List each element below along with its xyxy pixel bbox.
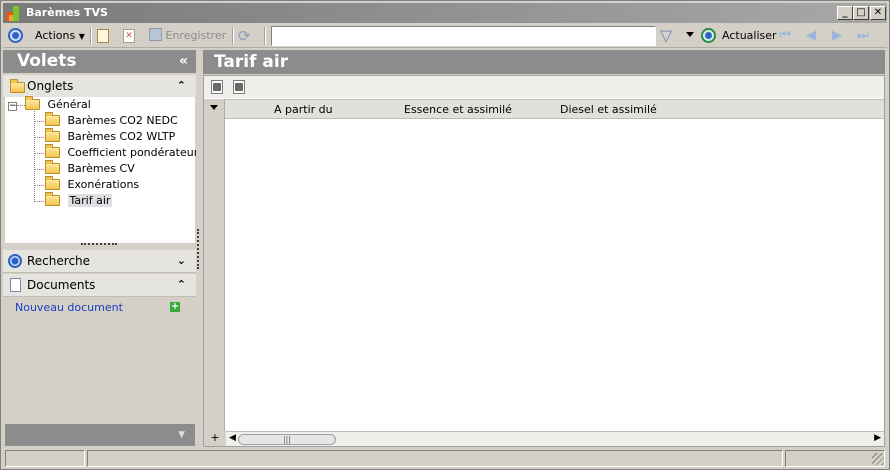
group-tabs[interactable]: Onglets ⌃ bbox=[3, 75, 196, 98]
column-header[interactable]: Essence et assimilé bbox=[404, 100, 512, 120]
open-folder-icon bbox=[45, 192, 60, 206]
folder-icon bbox=[45, 128, 60, 142]
title-bar: Barèmes TVS _ □ ✕ bbox=[3, 3, 887, 23]
folder-icon bbox=[45, 112, 60, 126]
status-pane bbox=[785, 450, 885, 467]
grid-header: A partir du Essence et assimilé Diesel e… bbox=[204, 99, 884, 119]
scrollbar-thumb[interactable]: ||| bbox=[238, 434, 336, 445]
chevron-up-icon[interactable]: ⌃ bbox=[177, 274, 186, 296]
maximize-button[interactable]: □ bbox=[853, 6, 869, 20]
refresh-icon[interactable] bbox=[701, 28, 716, 43]
toolbar-separator bbox=[90, 27, 92, 45]
tree-item-baremes-co2-nedc[interactable]: Barèmes CO2 NEDC bbox=[45, 112, 178, 129]
folder-icon bbox=[25, 96, 40, 110]
filter-icon[interactable]: ▽ bbox=[660, 27, 672, 45]
toolbar-separator bbox=[264, 27, 266, 45]
tree-item-label: Général bbox=[47, 98, 91, 111]
tree-item-baremes-co2-wltp[interactable]: Barèmes CO2 WLTP bbox=[45, 128, 176, 145]
chevron-down-icon[interactable]: ▼ bbox=[178, 430, 185, 440]
scroll-right-icon[interactable]: ▶ bbox=[874, 433, 881, 443]
column-header[interactable]: Diesel et assimilé bbox=[560, 100, 657, 120]
actions-circle-icon[interactable] bbox=[8, 28, 23, 43]
search-input[interactable] bbox=[271, 26, 656, 46]
tree-item-exonerations[interactable]: Exonérations bbox=[45, 176, 140, 193]
documents-area: Nouveau document + bbox=[5, 298, 195, 422]
tree-item-general[interactable]: Général bbox=[25, 96, 91, 113]
tree-item-label: Barèmes CO2 WLTP bbox=[67, 130, 176, 143]
collapse-panel-icon[interactable]: « bbox=[179, 50, 188, 73]
last-record-icon[interactable]: ⏭ bbox=[855, 29, 871, 43]
chevron-down-icon: ▼ bbox=[78, 32, 85, 41]
save-button[interactable]: Enregistrer bbox=[149, 24, 226, 48]
panes-header: Volets « bbox=[3, 50, 196, 73]
sync-icon[interactable]: ⟳ bbox=[238, 28, 251, 44]
tree-item-coefficient-ponderateur[interactable]: Coefficient pondérateur bbox=[45, 144, 199, 161]
previous-record-icon[interactable]: ◀ bbox=[803, 29, 819, 43]
folder-icon bbox=[45, 176, 60, 190]
toolbar-separator bbox=[232, 27, 234, 45]
actions-label: Actions bbox=[35, 29, 76, 42]
tree-item-label: Coefficient pondérateur bbox=[67, 146, 199, 159]
horizontal-scrollbar[interactable]: ◀ ||| ▶ bbox=[226, 431, 884, 446]
minimize-button[interactable]: _ bbox=[837, 6, 853, 20]
scroll-left-icon[interactable]: ◀ bbox=[229, 433, 236, 443]
save-icon bbox=[149, 28, 162, 41]
status-pane bbox=[87, 450, 783, 467]
next-record-icon[interactable]: ▶ bbox=[829, 29, 845, 43]
save-label: Enregistrer bbox=[165, 29, 227, 42]
vertical-splitter-grip[interactable] bbox=[197, 229, 200, 269]
tree-item-label: Exonérations bbox=[67, 178, 140, 191]
grid-toolbar bbox=[204, 76, 884, 98]
folder-icon bbox=[45, 160, 60, 174]
chevron-down-icon[interactable]: ⌄ bbox=[177, 250, 186, 272]
close-button[interactable]: ✕ bbox=[870, 6, 886, 20]
folder-icon bbox=[45, 144, 60, 158]
app-window: Barèmes TVS _ □ ✕ Actions ▼ ✕ Enregistre… bbox=[0, 0, 890, 470]
row-indicator-column bbox=[204, 99, 225, 431]
filter-dropdown-icon[interactable] bbox=[686, 32, 694, 37]
tree-item-label: Barèmes CV bbox=[67, 162, 135, 175]
app-logo-icon bbox=[6, 6, 22, 21]
group-search[interactable]: Recherche ⌄ bbox=[3, 250, 196, 273]
page-title: Tarif air bbox=[214, 52, 289, 72]
column-chooser-icon[interactable] bbox=[210, 105, 218, 110]
tree-item-baremes-cv[interactable]: Barèmes CV bbox=[45, 160, 135, 177]
delete-icon[interactable]: ✕ bbox=[123, 29, 135, 43]
tree-item-label: Tarif air bbox=[67, 194, 113, 207]
grid-document-icon[interactable] bbox=[211, 80, 223, 94]
new-document-icon[interactable] bbox=[97, 29, 109, 43]
grid-edit-icon[interactable] bbox=[233, 80, 245, 94]
new-document-link[interactable]: Nouveau document bbox=[15, 301, 123, 314]
group-documents[interactable]: Documents ⌃ bbox=[3, 274, 196, 297]
resize-grip-icon[interactable] bbox=[872, 453, 884, 465]
window-title: Barèmes TVS bbox=[26, 6, 108, 19]
refresh-label: Actualiser bbox=[722, 29, 777, 42]
folder-icon bbox=[10, 79, 25, 93]
status-pane bbox=[5, 450, 85, 467]
first-record-icon[interactable]: ⏮ bbox=[777, 29, 793, 43]
add-document-icon[interactable]: + bbox=[170, 302, 180, 312]
group-documents-label: Documents bbox=[27, 278, 96, 292]
refresh-button[interactable]: Actualiser bbox=[722, 24, 777, 48]
pane-splitter-grip[interactable] bbox=[81, 243, 117, 246]
document-icon bbox=[10, 278, 21, 292]
left-panel-footer: ▼ bbox=[5, 424, 195, 446]
panes-title: Volets bbox=[17, 51, 77, 71]
tree-item-label: Barèmes CO2 NEDC bbox=[67, 114, 178, 127]
main-toolbar: Actions ▼ ✕ Enregistrer ⟳ ▽ Actualiser ⏮… bbox=[3, 24, 887, 48]
chevron-up-icon[interactable]: ⌃ bbox=[177, 75, 186, 97]
search-circle-icon bbox=[8, 254, 22, 268]
data-grid: A partir du Essence et assimilé Diesel e… bbox=[203, 75, 885, 447]
tabs-tree: Général Barèmes CO2 NEDC Barèmes CO2 WLT… bbox=[5, 96, 199, 243]
status-bar bbox=[3, 449, 887, 468]
column-header[interactable]: A partir du bbox=[274, 100, 333, 120]
group-search-label: Recherche bbox=[27, 254, 91, 268]
actions-menu-button[interactable]: Actions ▼ bbox=[35, 24, 85, 48]
add-row-icon[interactable]: + bbox=[204, 431, 226, 446]
content-header: Tarif air bbox=[203, 50, 885, 74]
group-tabs-label: Onglets bbox=[27, 79, 74, 93]
tree-item-tarif-air[interactable]: Tarif air bbox=[45, 192, 113, 209]
tree-collapse-toggle[interactable]: − bbox=[8, 102, 17, 111]
